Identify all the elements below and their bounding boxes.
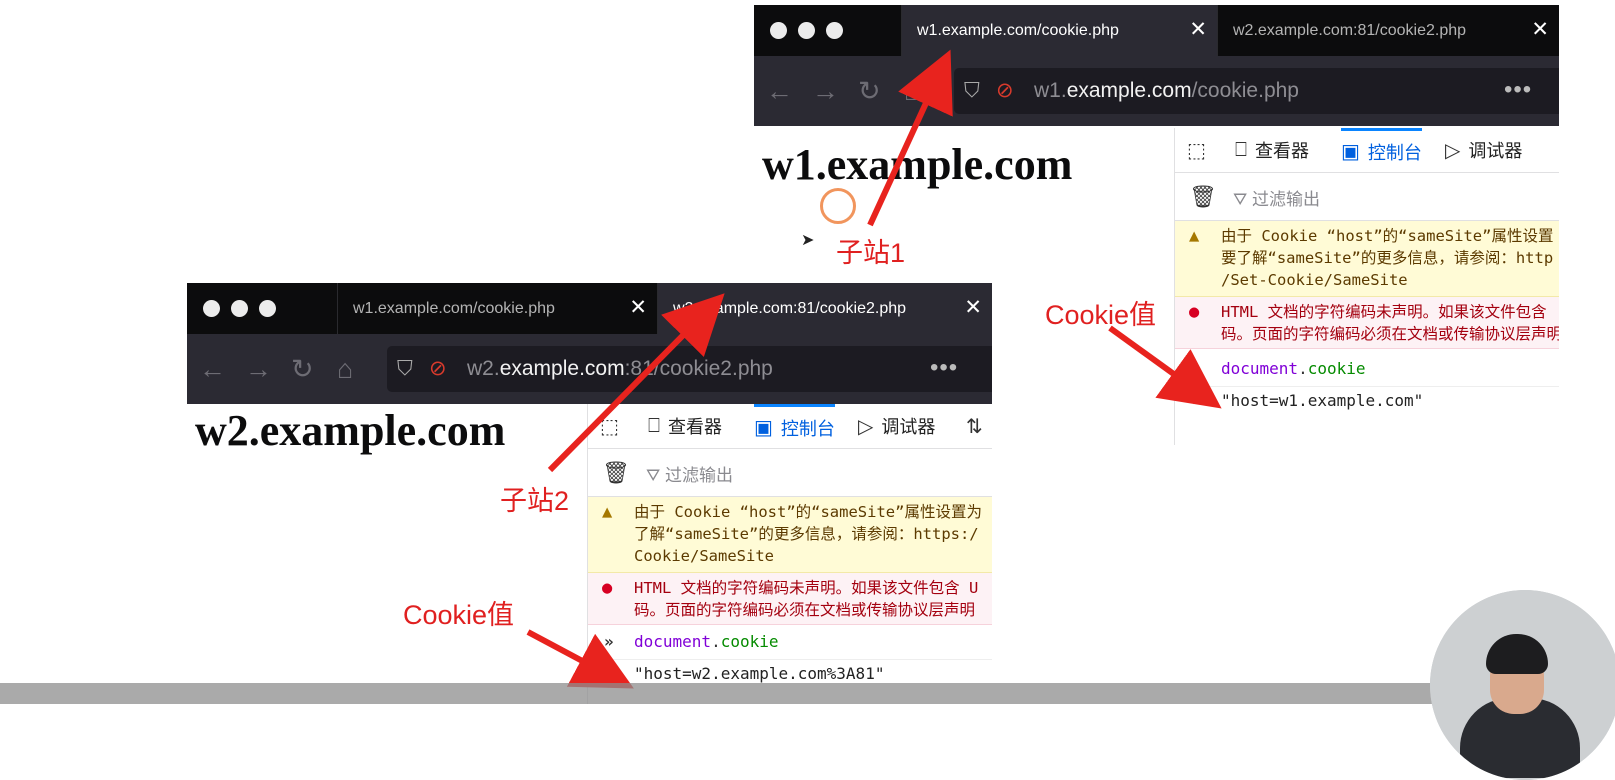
label-subsite1: 子站1 [836,238,906,268]
video-progress-strip[interactable] [0,683,1615,704]
label-cookie-value-1: Cookie值 [1045,300,1157,330]
label-subsite2: 子站2 [500,486,570,516]
annotation-arrows [526,49,1222,689]
arrow-subsite1 [867,49,953,227]
presenter-webcam [1430,590,1615,780]
arrow-cookie-value-1 [1108,325,1222,409]
arrow-subsite2 [547,293,725,473]
label-cookie-value-2: Cookie值 [403,600,515,630]
arrow-cookie-value-2 [526,629,634,689]
